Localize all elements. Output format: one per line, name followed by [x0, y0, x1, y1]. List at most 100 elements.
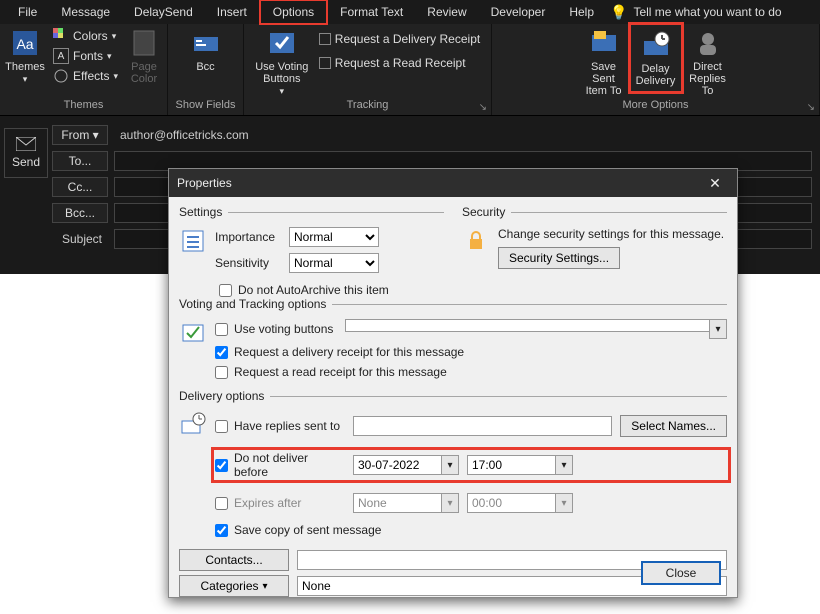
expires-time-input[interactable]: [467, 493, 555, 513]
properties-dialog: Properties ✕ Settings Importance Normal: [168, 168, 738, 598]
tracking-launcher-icon[interactable]: ↘: [479, 102, 487, 113]
req-read-label: Request a read receipt for this message: [234, 365, 447, 379]
menu-message[interactable]: Message: [49, 1, 122, 23]
voting-tracking-section: Voting and Tracking options Use voting b…: [179, 297, 727, 383]
themes-button[interactable]: Aa Themes ▾: [5, 27, 45, 85]
from-button[interactable]: From ▾: [52, 125, 108, 145]
colors-icon: [53, 28, 69, 44]
save-copy-checkbox[interactable]: [215, 524, 228, 537]
voting-dropdown-button[interactable]: ▾: [709, 319, 727, 339]
group-label-show-fields: Show Fields: [176, 97, 236, 115]
menu-options[interactable]: Options: [259, 0, 328, 25]
autoarchive-label: Do not AutoArchive this item: [238, 283, 389, 297]
req-read-checkbox[interactable]: [215, 366, 228, 379]
effects-button[interactable]: Effects▾: [51, 67, 120, 85]
tell-me-field[interactable]: Tell me what you want to do: [633, 5, 781, 19]
page-color-button[interactable]: Page Color: [126, 27, 162, 85]
contacts-button[interactable]: Contacts...: [179, 549, 289, 571]
request-read-receipt-checkbox[interactable]: Request a Read Receipt: [317, 55, 482, 71]
voting-icon: [266, 27, 298, 59]
subject-label: Subject: [52, 232, 108, 246]
importance-select[interactable]: Normal: [289, 227, 379, 247]
more-options-launcher-icon[interactable]: ↘: [807, 102, 815, 113]
bulb-icon: 💡: [610, 4, 627, 21]
expires-after-checkbox[interactable]: [215, 497, 228, 510]
envelope-icon: [16, 137, 36, 151]
bcc-button[interactable]: Bcc...: [52, 203, 108, 223]
ribbon: Aa Themes ▾ Colors▾ A Fonts▾ Effects▾: [0, 24, 820, 116]
security-icon: [462, 227, 490, 255]
effects-icon: [53, 68, 69, 84]
menu-developer[interactable]: Developer: [479, 1, 558, 23]
security-settings-button[interactable]: Security Settings...: [498, 247, 620, 269]
colors-button[interactable]: Colors▾: [51, 27, 120, 45]
security-section: Security Change security settings for th…: [462, 205, 727, 277]
delay-delivery-icon: [640, 29, 672, 61]
do-not-deliver-time-input[interactable]: [467, 455, 555, 475]
do-not-deliver-label: Do not deliver before: [234, 451, 345, 479]
request-delivery-receipt-checkbox[interactable]: Request a Delivery Receipt: [317, 31, 482, 47]
have-replies-checkbox[interactable]: [215, 420, 228, 433]
expires-after-label: Expires after: [234, 496, 301, 510]
checkbox-icon: [319, 57, 331, 69]
sensitivity-select[interactable]: Normal: [289, 253, 379, 273]
voting-section-icon: [179, 319, 207, 347]
group-label-themes: Themes: [64, 97, 104, 115]
sensitivity-label: Sensitivity: [215, 256, 283, 270]
svg-text:Aa: Aa: [16, 36, 33, 52]
expires-time-dropdown-button[interactable]: ▾: [555, 493, 573, 513]
ribbon-group-tracking: Use Voting Buttons ▾ Request a Delivery …: [244, 24, 492, 115]
menu-insert[interactable]: Insert: [205, 1, 259, 23]
cc-button[interactable]: Cc...: [52, 177, 108, 197]
voting-buttons-button[interactable]: Use Voting Buttons ▾: [253, 27, 311, 97]
close-button[interactable]: Close: [641, 561, 721, 585]
importance-label: Importance: [215, 230, 283, 244]
categories-button[interactable]: Categories: [179, 575, 289, 597]
save-copy-label: Save copy of sent message: [234, 523, 381, 537]
settings-icon: [179, 227, 207, 255]
voting-value-input[interactable]: [345, 319, 709, 332]
dialog-title: Properties: [177, 176, 232, 190]
use-voting-label: Use voting buttons: [234, 322, 333, 336]
fonts-button[interactable]: A Fonts▾: [51, 47, 120, 65]
menu-file[interactable]: File: [6, 1, 49, 23]
req-delivery-label: Request a delivery receipt for this mess…: [234, 345, 464, 359]
menu-bar: File Message DelaySend Insert Options Fo…: [0, 0, 820, 24]
direct-replies-icon: [692, 27, 724, 59]
save-sent-item-to-button[interactable]: Save Sent Item To: [581, 27, 627, 97]
send-button[interactable]: Send: [4, 128, 48, 178]
do-not-deliver-checkbox[interactable]: [215, 459, 228, 472]
security-legend: Security: [462, 205, 511, 219]
menu-format-text[interactable]: Format Text: [328, 1, 415, 23]
group-label-more-options: More Options: [622, 97, 688, 115]
dialog-close-button[interactable]: ✕: [701, 175, 729, 192]
time-dropdown-button[interactable]: ▾: [555, 455, 573, 475]
delivery-section-icon: [179, 411, 207, 439]
menu-review[interactable]: Review: [415, 1, 478, 23]
req-delivery-checkbox[interactable]: [215, 346, 228, 359]
expires-date-dropdown-button[interactable]: ▾: [441, 493, 459, 513]
have-replies-input[interactable]: [353, 416, 612, 436]
menu-delaysend[interactable]: DelaySend: [122, 1, 205, 23]
select-names-button[interactable]: Select Names...: [620, 415, 727, 437]
expires-date-input[interactable]: [353, 493, 441, 513]
use-voting-checkbox[interactable]: [215, 323, 228, 336]
delivery-options-section: Delivery options Have replies sent to Se…: [179, 389, 727, 541]
date-dropdown-button[interactable]: ▾: [441, 455, 459, 475]
have-replies-label: Have replies sent to: [234, 419, 340, 433]
themes-icon: Aa: [9, 27, 41, 59]
bcc-button[interactable]: Bcc: [186, 27, 226, 73]
delivery-legend: Delivery options: [179, 389, 270, 403]
bcc-icon: [190, 27, 222, 59]
do-not-deliver-date-input[interactable]: [353, 455, 441, 475]
delay-delivery-button[interactable]: Delay Delivery: [633, 27, 679, 89]
menu-help[interactable]: Help: [557, 1, 606, 23]
direct-replies-to-button[interactable]: Direct Replies To: [685, 27, 731, 97]
ribbon-group-show-fields: Bcc Show Fields: [168, 24, 244, 115]
security-text: Change security settings for this messag…: [498, 227, 727, 241]
to-button[interactable]: To...: [52, 151, 108, 171]
page-color-icon: [128, 27, 160, 59]
group-label-tracking: Tracking: [347, 97, 389, 115]
autoarchive-checkbox[interactable]: [219, 284, 232, 297]
ribbon-group-themes: Aa Themes ▾ Colors▾ A Fonts▾ Effects▾: [0, 24, 168, 115]
